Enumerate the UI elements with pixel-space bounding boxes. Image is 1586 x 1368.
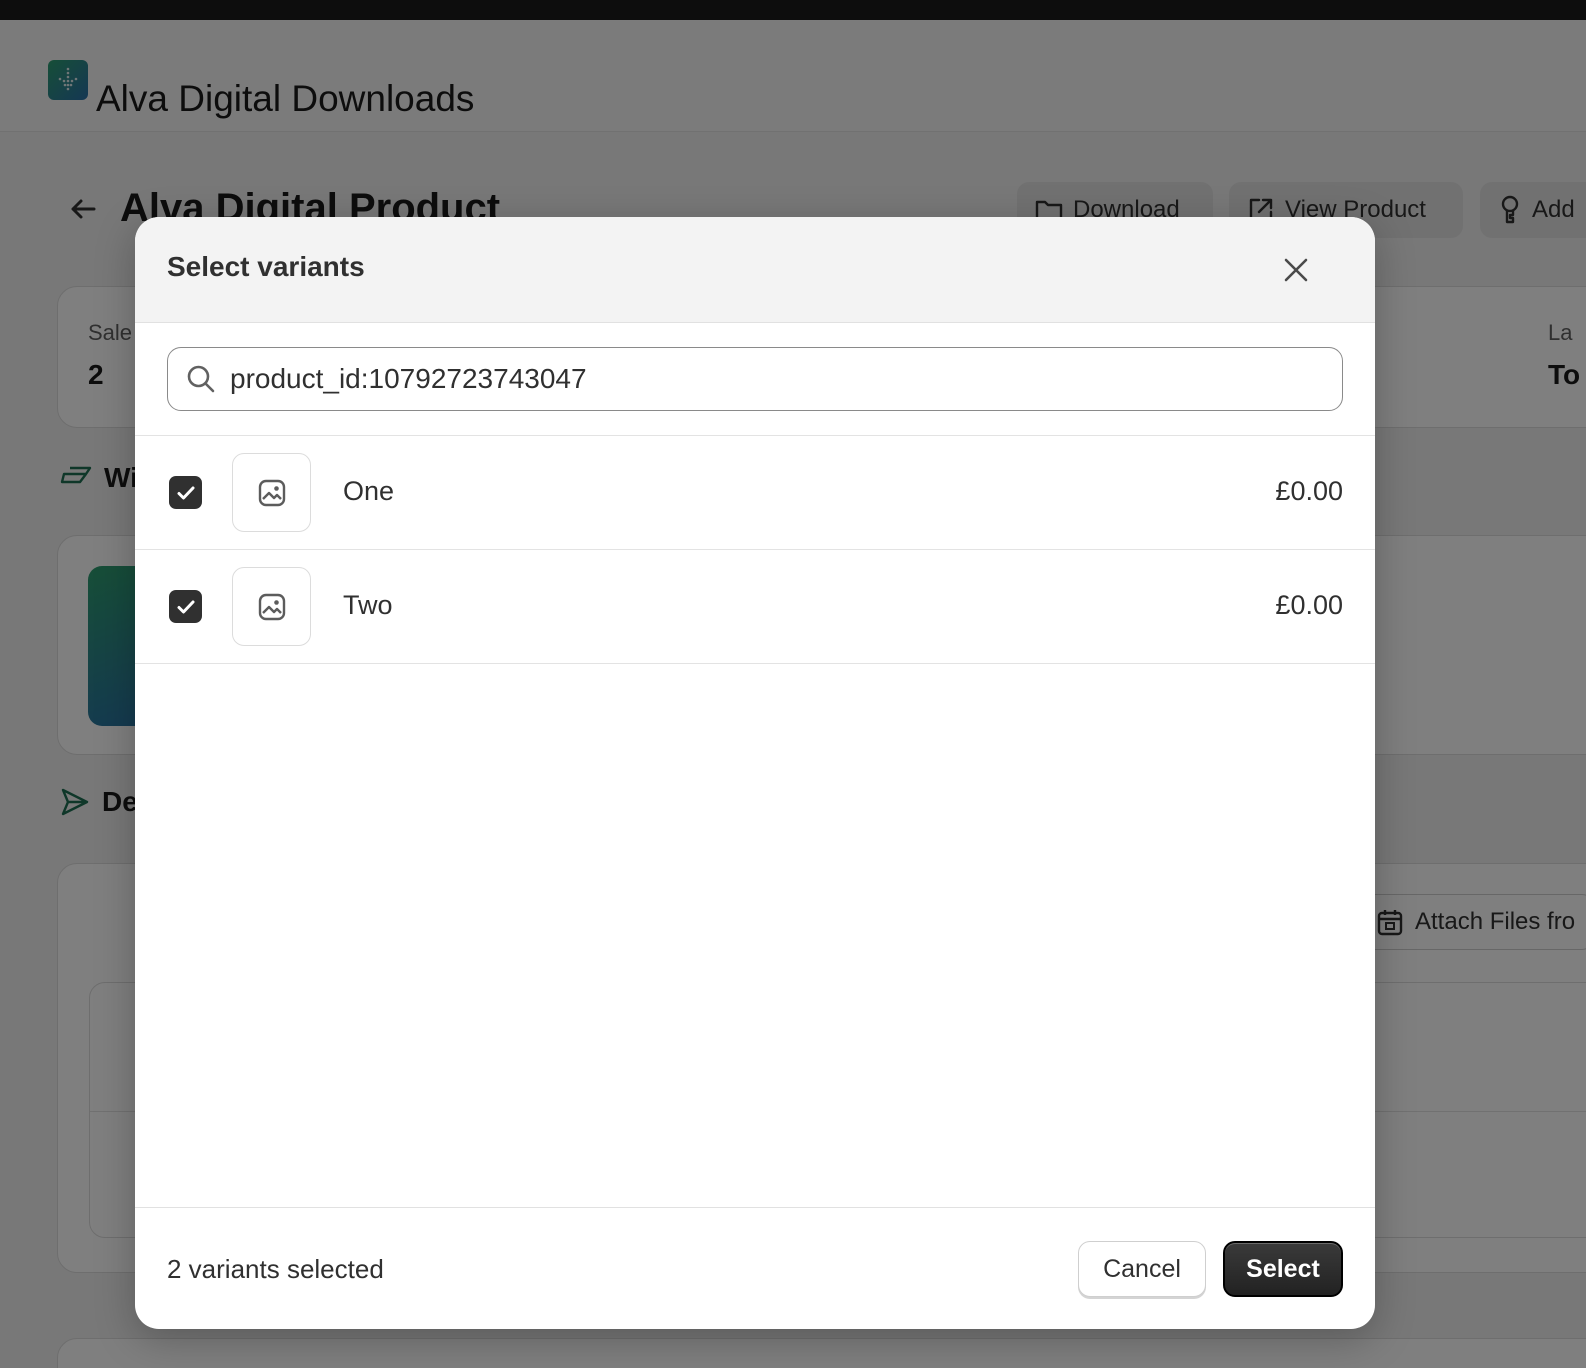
checkmark-icon (177, 600, 194, 613)
select-variants-modal: Select variants One £0.00 (135, 217, 1375, 1329)
variant-checkbox[interactable] (169, 476, 202, 509)
modal-header: Select variants (135, 217, 1375, 323)
search-field[interactable] (167, 347, 1343, 411)
modal-footer: 2 variants selected Cancel Select (135, 1207, 1375, 1329)
variant-name: One (343, 476, 395, 506)
variant-row[interactable]: One £0.00 (135, 436, 1375, 550)
close-icon (1284, 258, 1308, 282)
search-icon (187, 365, 215, 393)
checkmark-icon (177, 486, 194, 499)
variant-row[interactable]: Two £0.00 (135, 550, 1375, 664)
modal-title: Select variants (167, 251, 365, 282)
select-button[interactable]: Select (1223, 1241, 1343, 1297)
cancel-button[interactable]: Cancel (1078, 1241, 1206, 1297)
variant-price: £0.00 (1275, 476, 1343, 506)
variant-price: £0.00 (1275, 590, 1343, 620)
selected-count: 2 variants selected (167, 1254, 384, 1284)
search-input[interactable] (230, 363, 1310, 395)
close-button[interactable] (1273, 247, 1319, 293)
variant-name: Two (343, 590, 393, 620)
image-icon (258, 593, 285, 620)
variant-checkbox[interactable] (169, 590, 202, 623)
variant-thumbnail (232, 567, 311, 646)
variant-thumbnail (232, 453, 311, 532)
image-icon (258, 479, 285, 506)
